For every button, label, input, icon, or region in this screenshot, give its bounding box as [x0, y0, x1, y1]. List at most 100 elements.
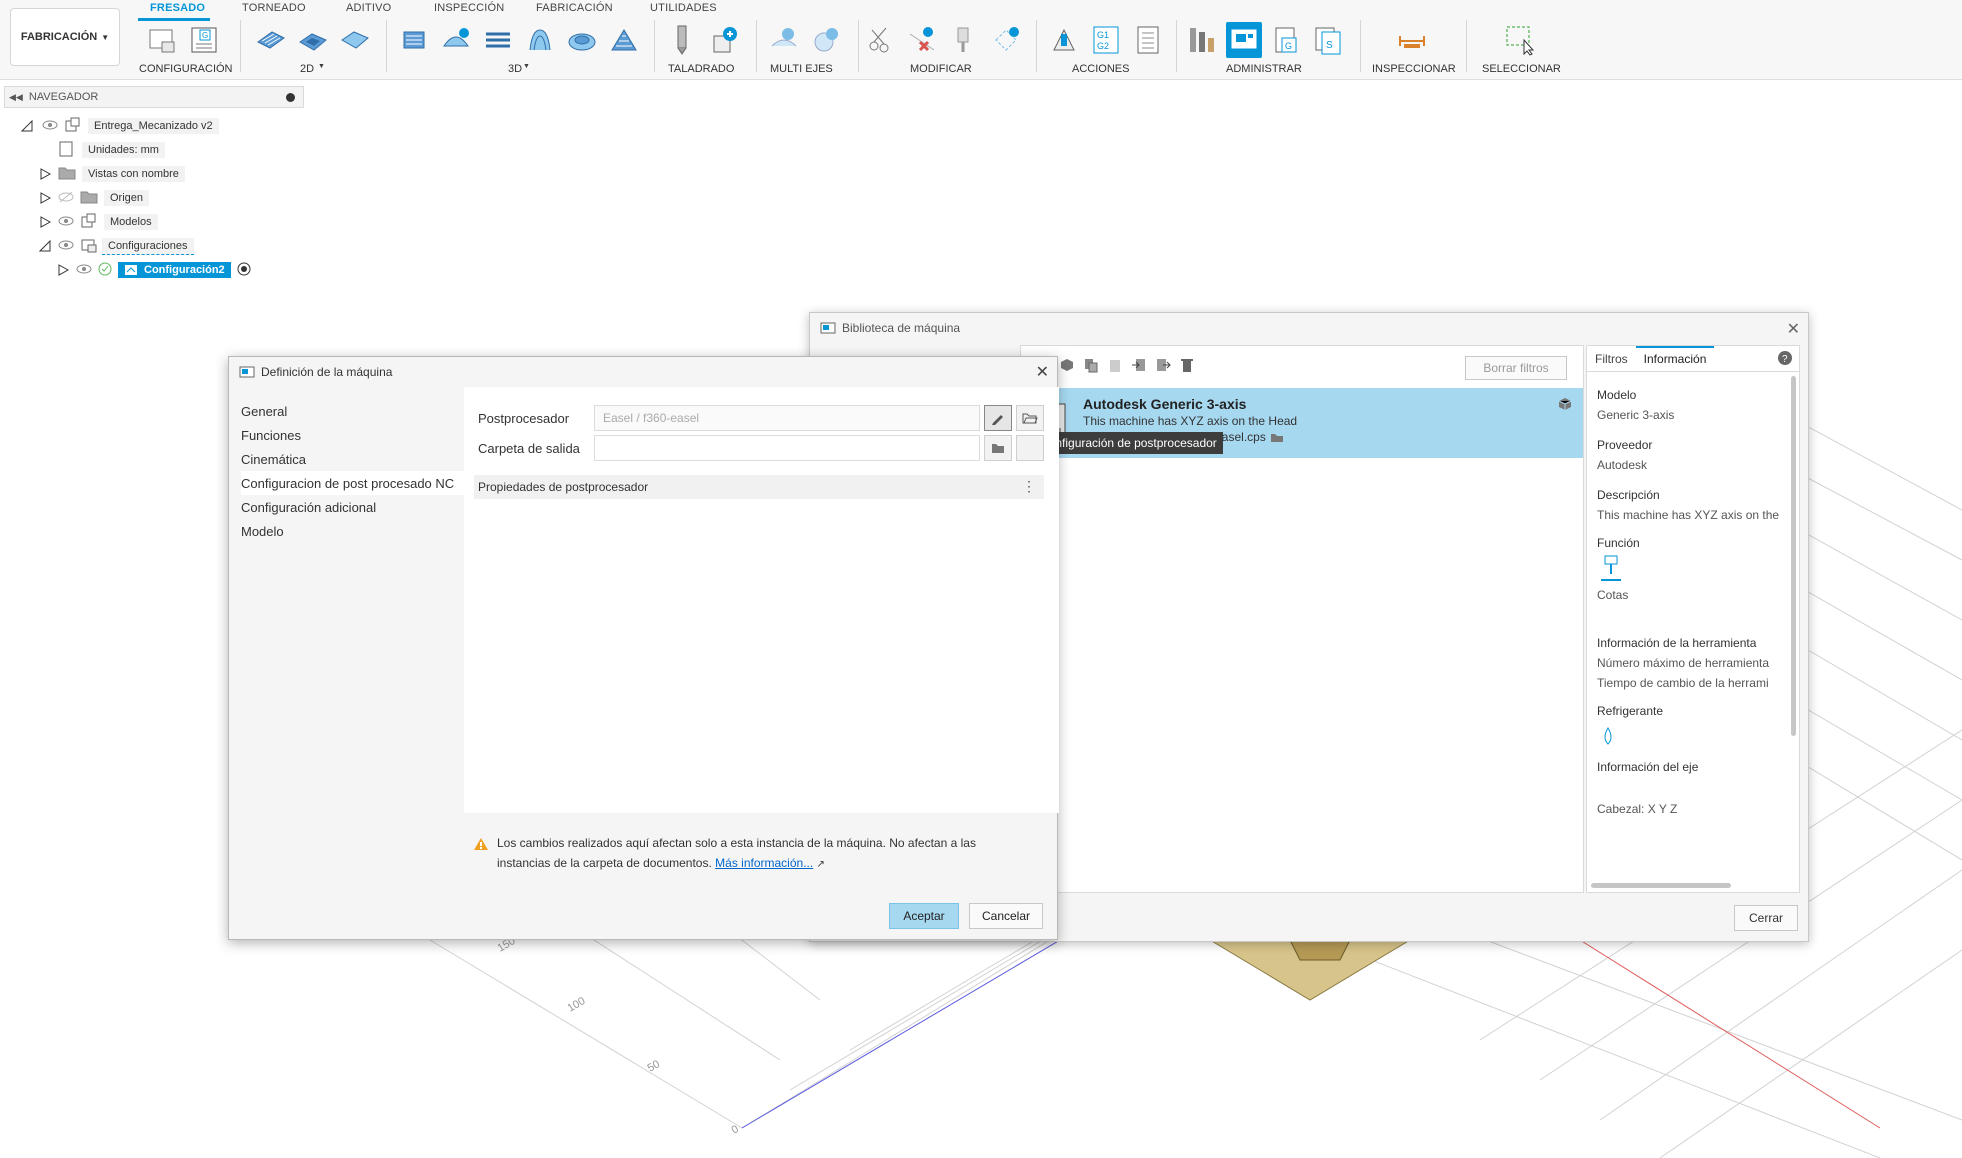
tab-fresado[interactable]: FRESADO — [150, 2, 205, 14]
setup-sheet-icon[interactable] — [1130, 22, 1166, 58]
accept-button[interactable]: Aceptar — [889, 903, 959, 929]
nav-item-funciones[interactable]: Funciones — [241, 423, 481, 447]
cube-icon[interactable] — [1059, 357, 1075, 376]
collapse-panel-icon[interactable]: ◀◀ — [9, 92, 23, 103]
dialog-titlebar[interactable]: Definición de la máquina — [229, 357, 1057, 387]
eye-icon[interactable] — [42, 119, 58, 134]
tree-item-models[interactable]: Modelos — [38, 211, 158, 233]
3d-contour-icon[interactable] — [522, 22, 558, 58]
group-label-acciones[interactable]: ACCIONES — [1072, 63, 1129, 75]
trim-icon[interactable] — [862, 22, 898, 58]
trash-icon[interactable] — [1179, 357, 1195, 376]
tool-library-icon[interactable] — [1184, 22, 1220, 58]
clear-filters-button[interactable]: Borrar filtros — [1465, 356, 1567, 380]
horizontal-scrollbar[interactable] — [1591, 883, 1731, 888]
eye-icon[interactable] — [76, 263, 92, 278]
tree-item-document[interactable]: Entrega_Mecanizado v2 — [20, 115, 219, 137]
copy-icon[interactable] — [1083, 357, 1099, 376]
expand-triangle-icon[interactable] — [38, 167, 52, 181]
template-library-icon[interactable]: G — [1268, 22, 1304, 58]
output-folder-field[interactable] — [594, 435, 980, 461]
3d-pocket-icon[interactable] — [438, 22, 474, 58]
edit-post-button[interactable] — [984, 405, 1012, 431]
tab-utilidades[interactable]: UTILIDADES — [650, 2, 717, 14]
browse-post-button[interactable] — [1016, 405, 1044, 431]
face-icon[interactable] — [336, 22, 372, 58]
eye-icon[interactable] — [58, 239, 74, 254]
dialog-titlebar[interactable]: Biblioteca de máquina — [810, 313, 1808, 343]
delete-toolpath-icon[interactable] — [904, 22, 940, 58]
post-process-icon[interactable]: G1 G2 — [1088, 22, 1124, 58]
tab-informacion[interactable]: Información — [1635, 346, 1715, 371]
3d-parallel-icon[interactable] — [480, 22, 516, 58]
close-button[interactable]: Cerrar — [1734, 905, 1798, 931]
nav-item-post-config[interactable]: Configuracion de post procesado NC — [241, 471, 483, 495]
group-label-inspeccionar[interactable]: INSPECCIONAR — [1372, 63, 1456, 75]
edit-tool-icon[interactable] — [946, 22, 982, 58]
expand-triangle-icon[interactable] — [38, 239, 52, 253]
group-label-modificar[interactable]: MODIFICAR — [910, 63, 972, 75]
activate-radio-icon[interactable] — [237, 262, 251, 279]
drill-icon[interactable] — [664, 22, 700, 58]
post-library-icon[interactable]: S — [1310, 22, 1346, 58]
3d-adaptive-icon[interactable] — [396, 22, 432, 58]
group-label-2d[interactable]: 2D — [300, 63, 314, 75]
close-icon[interactable]: ✕ — [1036, 362, 1049, 382]
setup-icon[interactable] — [144, 22, 180, 58]
nav-item-general[interactable]: General — [241, 399, 481, 423]
group-label-seleccionar[interactable]: SELECCIONAR — [1482, 63, 1561, 75]
pattern-icon[interactable] — [988, 22, 1024, 58]
tree-item-setup2[interactable]: Configuración2 — [56, 259, 251, 281]
tab-filtros[interactable]: Filtros — [1587, 352, 1636, 371]
paste-icon[interactable] — [1107, 357, 1123, 376]
folder-icon[interactable] — [1270, 432, 1284, 443]
machine-library-icon[interactable] — [1226, 22, 1262, 58]
output-folder-action-button[interactable] — [984, 435, 1012, 461]
close-icon[interactable]: ✕ — [1787, 319, 1800, 339]
2d-pocket-icon[interactable] — [294, 22, 330, 58]
hole-recognition-icon[interactable] — [706, 22, 742, 58]
eye-hidden-icon[interactable] — [58, 191, 74, 206]
tree-item-setups[interactable]: Configuraciones — [38, 235, 194, 257]
window-select-icon[interactable] — [1502, 22, 1538, 58]
group-label-configuracion[interactable]: CONFIGURACIÓN — [139, 63, 233, 75]
expand-triangle-icon[interactable] — [20, 119, 34, 133]
tree-item-origin[interactable]: Origen — [38, 187, 150, 209]
cancel-button[interactable]: Cancelar — [969, 903, 1043, 929]
group-label-multiejes[interactable]: MULTI EJES — [770, 63, 833, 75]
group-label-administrar[interactable]: ADMINISTRAR — [1226, 63, 1302, 75]
tab-fabricacion[interactable]: FABRICACIÓN — [536, 2, 613, 14]
expand-triangle-icon[interactable] — [38, 215, 52, 229]
export-icon[interactable] — [1155, 357, 1171, 376]
simulate-icon[interactable] — [1046, 22, 1082, 58]
nav-item-cinematica[interactable]: Cinemática — [241, 447, 481, 471]
nav-item-modelo[interactable]: Modelo — [241, 519, 481, 543]
swarf-icon[interactable] — [766, 22, 802, 58]
vertical-scrollbar[interactable] — [1791, 376, 1796, 736]
group-label-3d[interactable]: 3D — [508, 63, 522, 75]
expand-triangle-icon[interactable] — [38, 191, 52, 205]
tab-aditivo[interactable]: ADITIVO — [346, 2, 391, 14]
measure-icon[interactable] — [1394, 22, 1430, 58]
multiaxis-contour-icon[interactable] — [808, 22, 844, 58]
browse-output-button[interactable] — [1016, 435, 1044, 461]
tree-item-units[interactable]: Unidades: mm — [58, 139, 165, 161]
group-label-taladrado[interactable]: TALADRADO — [668, 63, 734, 75]
import-icon[interactable] — [1131, 357, 1147, 376]
postprocessor-field[interactable]: Easel / f360-easel — [594, 405, 980, 431]
expand-triangle-icon[interactable] — [56, 263, 70, 277]
pin-icon[interactable] — [286, 92, 295, 102]
more-info-link[interactable]: Más información... — [715, 856, 813, 870]
3d-scallop-icon[interactable] — [606, 22, 642, 58]
tab-inspeccion[interactable]: INSPECCIÓN — [434, 2, 504, 14]
tab-torneado[interactable]: TORNEADO — [242, 2, 306, 14]
workspace-switcher[interactable]: FABRICACIÓN ▼ — [10, 8, 120, 66]
2d-adaptive-icon[interactable] — [252, 22, 288, 58]
3d-spiral-icon[interactable] — [564, 22, 600, 58]
post-properties-header[interactable]: Propiedades de postprocesador ⋮ — [474, 475, 1044, 499]
nav-item-additional-config[interactable]: Configuración adicional — [241, 495, 481, 519]
eye-icon[interactable] — [58, 215, 74, 230]
help-icon[interactable]: ? — [1777, 350, 1793, 366]
nc-program-icon[interactable]: G — [186, 22, 222, 58]
tree-item-named-views[interactable]: Vistas con nombre — [38, 163, 185, 185]
